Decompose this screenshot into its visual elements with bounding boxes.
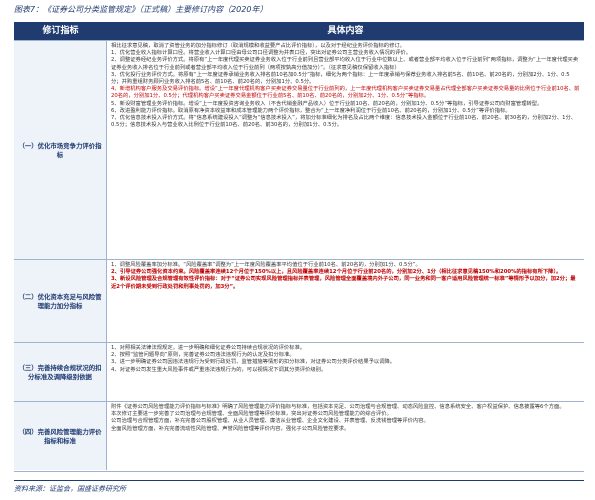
content-line: 3、优化投行业务评价方式。将原有“上一年度证券承销业务收入排名前10名加0.5分… [111,71,570,86]
content-line: 3、进一步明确证券公司因违法违规行为受到行政处罚、监管措施等情形的扣分标准，对证… [111,359,396,366]
source-note: 资料来源：证监会，国盛证券研究所 [14,480,584,494]
row-content: 相比征求意见稿，取消了资管业务的加分指标修订（取消规模和收益要产占比评价指标），… [107,41,584,259]
content-line: 7、优化信息技术投入评价方式。将“信息系统建设投入”调整为“信息技术投入”，将加… [111,115,577,129]
row-content: 1、调整风险覆盖率加分标准。“风险覆盖率”调整为“上一年度风险覆盖率平均值位于行… [107,260,584,342]
header-content: 具体内容 [327,26,364,36]
table-row: （四）完善风险管理能力评价指标和标准 附件《证券公司风险管理能力评价指标与标准》… [14,401,584,470]
content-line: 公司治理与合规管理方面，补充完善公司股权管理、从业人员管理、廉洁从业管理、企业文… [111,418,429,425]
row-category: （二）优化资本充足与风险管理能力加分指标 [14,260,107,342]
content-line-highlight: 4、新增机构客户服务及交易评价指标。增设“上一年度代理机构客户买卖证券交易量位于… [111,86,580,100]
row-content: 1、对照相关法律法规规定，进一步明确和细化证券公司持续合规状况的评价标准。 2、… [107,343,584,401]
row-category: （四）完善风险管理能力评价指标和标准 [14,402,107,470]
content-line: 2、调整证券经纪业务评价方式。将原有“上一年度代理买卖证券业务收入位于行业前列且… [111,57,579,71]
header-indicator: 修订指标 [42,26,79,36]
table-row: （二）优化资本充足与风险管理能力加分指标 1、调整风险覆盖率加分标准。“风险覆盖… [14,259,584,342]
table-row: （三）完善持续合规状况的扣分标准及调降级别依据 1、对照相关法律法规规定，进一步… [14,342,584,401]
table-row: （一）优化市场竞争力评价指标 相比征求意见稿，取消了资管业务的加分指标修订（取消… [14,40,584,259]
content-line: 全面风险管理方面，补充完善流动性风险管理、声誉风险管理等评价内容，强化子公司风险… [111,425,350,432]
row-category: （三）完善持续合规状况的扣分标准及调降级别依据 [14,343,107,401]
content-line: 4、对证券公司发生重大风险事件或严重违法违规行为的，可以视情况下调其分类评价级别… [111,366,327,373]
revision-table: 修订指标 具体内容 （一）优化市场竞争力评价指标 相比征求意见稿，取消了资管业务… [14,22,584,472]
row-content: 附件《证券公司风险管理能力评价指标与标准》明确了风险管理能力评价指标与标准，包括… [107,402,584,470]
row-category: （一）优化市场竞争力评价指标 [14,41,107,259]
table-header: 修订指标 具体内容 [14,22,584,40]
content-line: 5、新设财富管理业务评价指标。增设“上一年度投资咨询业务收入（不含代销金融产品收… [111,100,543,107]
figure-caption: 图表7：《证券公司分类监管规定》（正式稿）主要修订内容（2020年） [14,5,268,14]
content-line-highlight: 3、新设风险管理及合规管理有效性评价指标：对于“证券公司实现风险管理指标并表管理… [111,276,576,290]
content-line: 6、改进盈利能力评价指标。取消原有净资本收益率和成本管理能力两个评价指标，整合为… [111,107,511,114]
